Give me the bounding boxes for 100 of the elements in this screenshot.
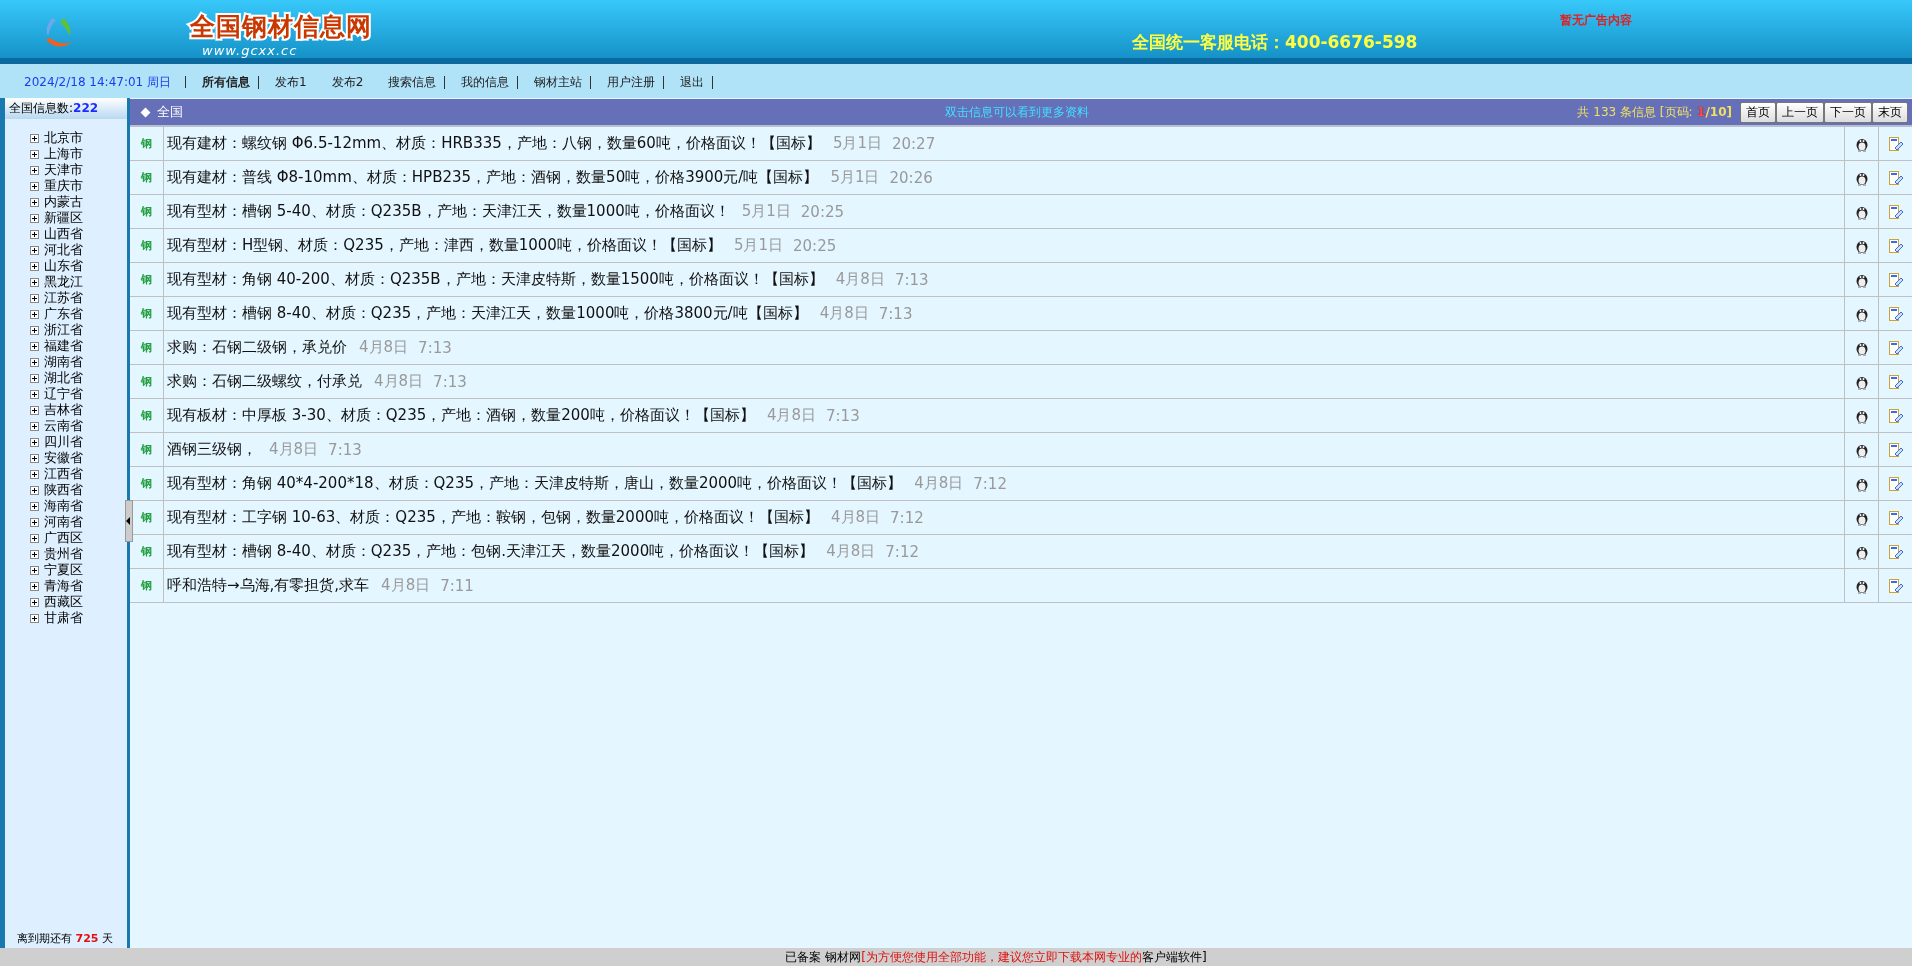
listing-text[interactable]: 现有型材：角钢 40-200、材质：Q235B，产地：天津皮特斯，数量1500吨，价格面议！【国标】 <box>167 270 824 289</box>
expand-icon[interactable] <box>30 421 39 431</box>
expand-icon[interactable] <box>30 293 39 303</box>
expand-icon[interactable] <box>30 405 39 415</box>
nav-link[interactable]: 发布2 <box>323 75 373 89</box>
region-link[interactable]: 重庆市 <box>44 177 83 195</box>
expand-icon[interactable] <box>30 533 39 543</box>
listing-text[interactable]: 现有型材：角钢 40*4-200*18、材质：Q235，产地：天津皮特斯，唐山，数量2000吨，价格面议！【国标】 <box>167 474 903 493</box>
expand-icon[interactable] <box>30 549 39 559</box>
expand-icon[interactable] <box>30 373 39 383</box>
listing-text[interactable]: 现有型材：槽钢 5-40、材质：Q235B，产地：天津江天，数量1000吨，价格面议！ <box>167 202 730 221</box>
expand-icon[interactable] <box>30 261 39 271</box>
listing-text[interactable]: 现有板材：中厚板 3-30、材质：Q235，产地：酒钢，数量200吨，价格面议！【国标】 <box>167 406 755 425</box>
listing-text[interactable]: 现有型材：H型钢、材质：Q235，产地：津西，数量1000吨，价格面议！【国标】 <box>167 236 722 255</box>
pager-button[interactable]: 首页 <box>1740 101 1776 123</box>
region-link[interactable]: 海南省 <box>44 497 83 515</box>
region-link[interactable]: 湖南省 <box>44 353 83 371</box>
pager-button[interactable]: 上一页 <box>1776 101 1824 123</box>
expand-icon[interactable] <box>30 485 39 495</box>
region-link[interactable]: 河北省 <box>44 241 83 259</box>
region-link[interactable]: 广东省 <box>44 305 83 323</box>
note-edit-icon[interactable] <box>1887 135 1904 152</box>
region-link[interactable]: 安徽省 <box>44 449 83 467</box>
region-link[interactable]: 四川省 <box>44 433 83 451</box>
nav-link[interactable]: 发布1 <box>267 75 316 89</box>
listing-text[interactable]: 呼和浩特→乌海,有零担货,求车 <box>167 576 370 595</box>
region-link[interactable]: 辽宁省 <box>44 385 83 403</box>
expand-icon[interactable] <box>30 469 39 479</box>
region-link[interactable]: 天津市 <box>44 161 83 179</box>
expand-icon[interactable] <box>30 133 39 143</box>
nav-link[interactable]: 用户注册 <box>599 75 665 89</box>
region-link[interactable]: 广西区 <box>44 529 83 547</box>
region-link[interactable]: 浙江省 <box>44 321 83 339</box>
expand-icon[interactable] <box>30 453 39 463</box>
region-link[interactable]: 陕西省 <box>44 481 83 499</box>
expand-icon[interactable] <box>30 613 39 623</box>
note-edit-icon[interactable] <box>1887 271 1904 288</box>
expand-icon[interactable] <box>30 165 39 175</box>
listing-text[interactable]: 求购：石钢二级钢，承兑价 <box>167 338 347 357</box>
expand-icon[interactable] <box>30 245 39 255</box>
expand-icon[interactable] <box>30 501 39 511</box>
expand-icon[interactable] <box>30 325 39 335</box>
listing-text[interactable]: 现有建材：普线 Φ8-10mm、材质：HPB235，产地：酒钢，数量50吨，价格3900元/吨【国标】 <box>167 168 819 187</box>
pager-button[interactable]: 下一页 <box>1824 101 1872 123</box>
region-link[interactable]: 山东省 <box>44 257 83 275</box>
region-link[interactable]: 宁夏区 <box>44 561 83 579</box>
note-edit-icon[interactable] <box>1887 543 1904 560</box>
expand-icon[interactable] <box>30 581 39 591</box>
expand-icon[interactable] <box>30 309 39 319</box>
region-link[interactable]: 青海省 <box>44 577 83 595</box>
note-edit-icon[interactable] <box>1887 373 1904 390</box>
listing-text[interactable]: 求购：石钢二级螺纹，付承兑 <box>167 372 362 391</box>
nav-link[interactable]: 钢材主站 <box>526 75 592 89</box>
expand-icon[interactable] <box>30 197 39 207</box>
expand-icon[interactable] <box>30 213 39 223</box>
pager-button[interactable]: 末页 <box>1872 101 1908 123</box>
region-link[interactable]: 贵州省 <box>44 545 83 563</box>
listing-text[interactable]: 酒钢三级钢， <box>167 440 257 459</box>
collapse-handle[interactable] <box>125 500 133 542</box>
region-link[interactable]: 甘肃省 <box>44 609 83 627</box>
region-link[interactable]: 江西省 <box>44 465 83 483</box>
expand-icon[interactable] <box>30 389 39 399</box>
listing-text[interactable]: 现有型材：工字钢 10-63、材质：Q235，产地：鞍钢，包钢，数量2000吨，价格面议！【国标】 <box>167 508 819 527</box>
note-edit-icon[interactable] <box>1887 203 1904 220</box>
note-edit-icon[interactable] <box>1887 509 1904 526</box>
expand-icon[interactable] <box>30 181 39 191</box>
expand-icon[interactable] <box>30 341 39 351</box>
expand-icon[interactable] <box>30 565 39 575</box>
region-link[interactable]: 内蒙古 <box>44 193 83 211</box>
region-link[interactable]: 江苏省 <box>44 289 83 307</box>
expand-icon[interactable] <box>30 149 39 159</box>
nav-link[interactable]: 我的信息 <box>453 75 519 89</box>
region-link[interactable]: 新疆区 <box>44 209 83 227</box>
region-link[interactable]: 湖北省 <box>44 369 83 387</box>
region-link[interactable]: 山西省 <box>44 225 83 243</box>
note-edit-icon[interactable] <box>1887 407 1904 424</box>
note-edit-icon[interactable] <box>1887 169 1904 186</box>
expand-icon[interactable] <box>30 437 39 447</box>
region-link[interactable]: 吉林省 <box>44 401 83 419</box>
region-link[interactable]: 云南省 <box>44 417 83 435</box>
note-edit-icon[interactable] <box>1887 237 1904 254</box>
note-edit-icon[interactable] <box>1887 339 1904 356</box>
note-edit-icon[interactable] <box>1887 441 1904 458</box>
region-link[interactable]: 西藏区 <box>44 593 83 611</box>
expand-icon[interactable] <box>30 357 39 367</box>
expand-icon[interactable] <box>30 597 39 607</box>
region-link[interactable]: 福建省 <box>44 337 83 355</box>
listing-text[interactable]: 现有建材：螺纹钢 Φ6.5-12mm、材质：HRB335，产地：八钢，数量60吨，价格面议！【国标】 <box>167 134 821 153</box>
note-edit-icon[interactable] <box>1887 305 1904 322</box>
region-link[interactable]: 河南省 <box>44 513 83 531</box>
nav-link[interactable]: 所有信息 <box>194 75 260 89</box>
expand-icon[interactable] <box>30 517 39 527</box>
region-link[interactable]: 上海市 <box>44 145 83 163</box>
note-edit-icon[interactable] <box>1887 475 1904 492</box>
listing-text[interactable]: 现有型材：槽钢 8-40、材质：Q235，产地：天津江天，数量1000吨，价格3800元/吨【国标】 <box>167 304 808 323</box>
region-link[interactable]: 北京市 <box>44 129 83 147</box>
listing-text[interactable]: 现有型材：槽钢 8-40、材质：Q235，产地：包钢.天津江天，数量2000吨，价格面议！【国标】 <box>167 542 815 561</box>
note-edit-icon[interactable] <box>1887 577 1904 594</box>
region-link[interactable]: 黑龙江 <box>44 273 83 291</box>
nav-link[interactable]: 搜索信息 <box>380 75 446 89</box>
